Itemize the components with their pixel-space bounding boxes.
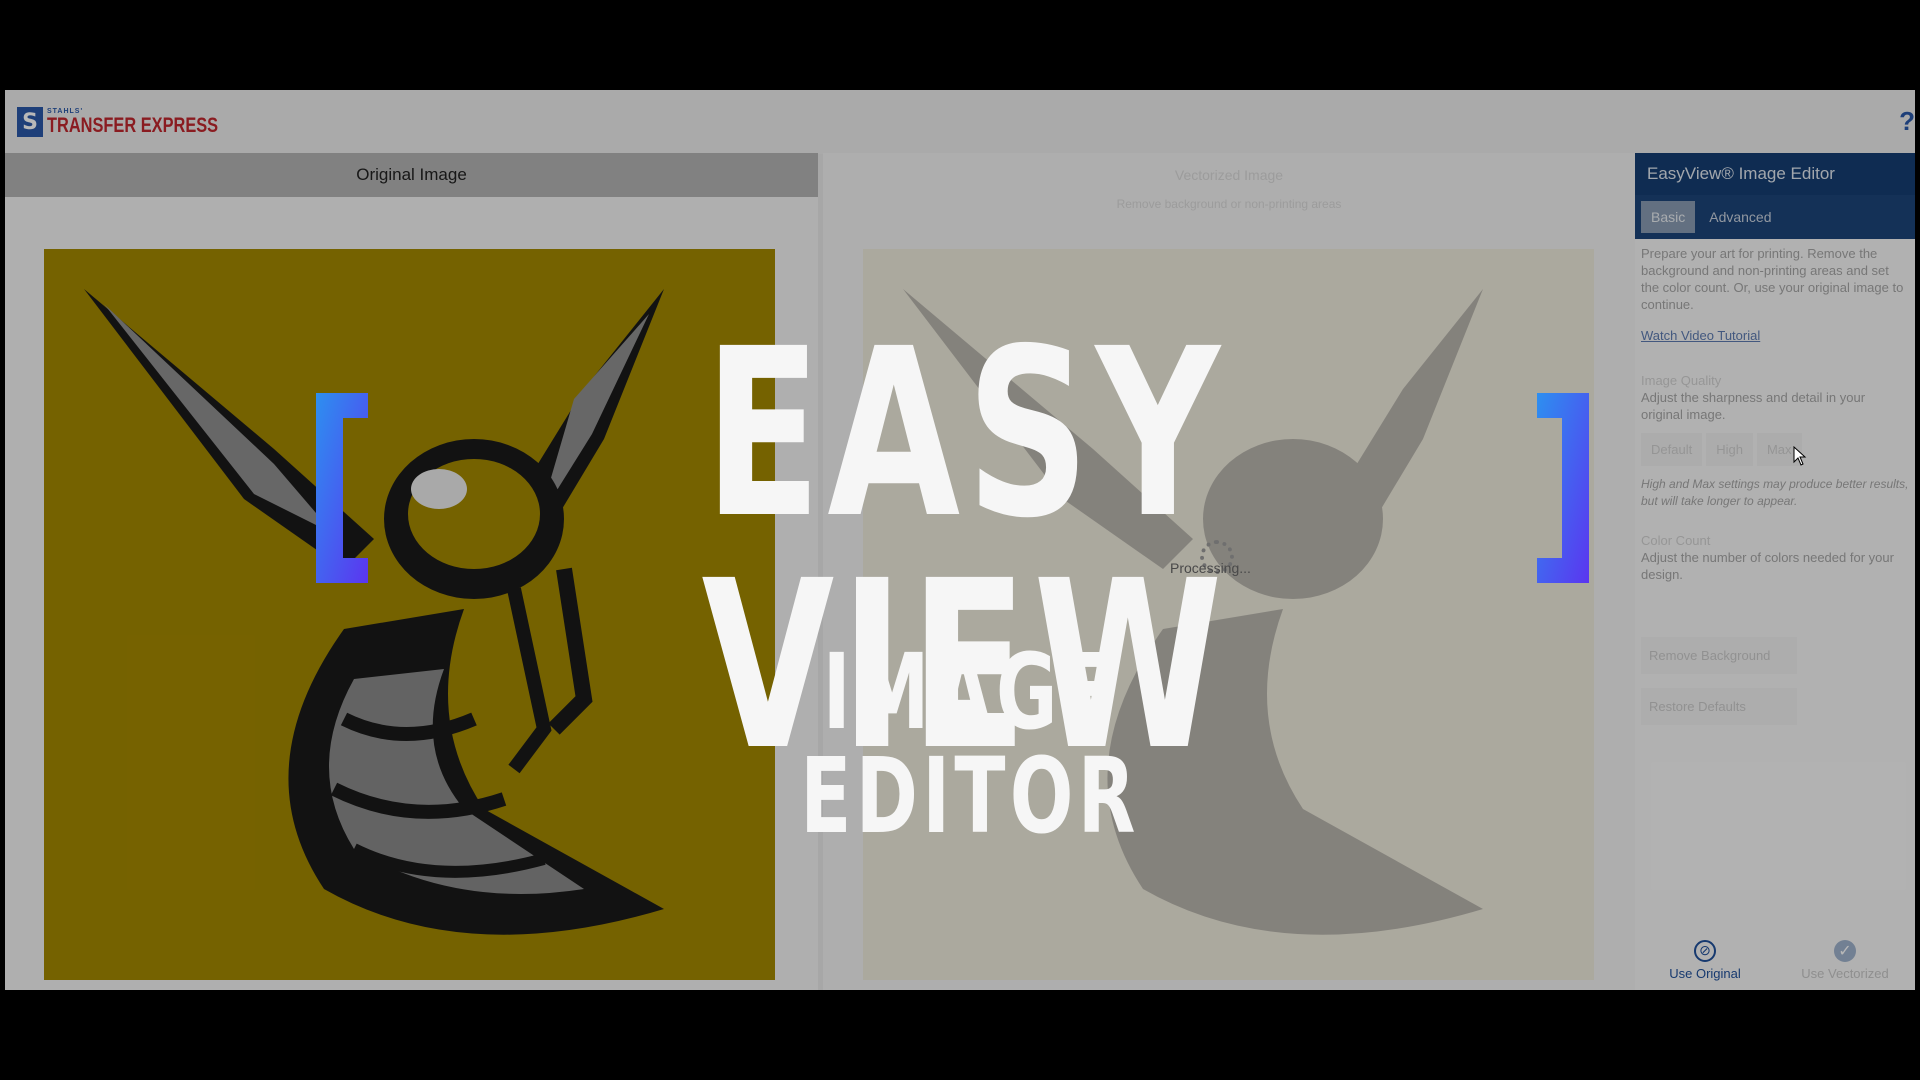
left-bracket — [316, 393, 368, 583]
title-overlay: EASY VIEW IMAGE EDITOR — [0, 0, 1920, 1080]
overlay-subtitle: IMAGE EDITOR — [800, 631, 1140, 857]
mouse-cursor-icon — [1793, 446, 1807, 466]
right-bracket — [1537, 393, 1589, 583]
